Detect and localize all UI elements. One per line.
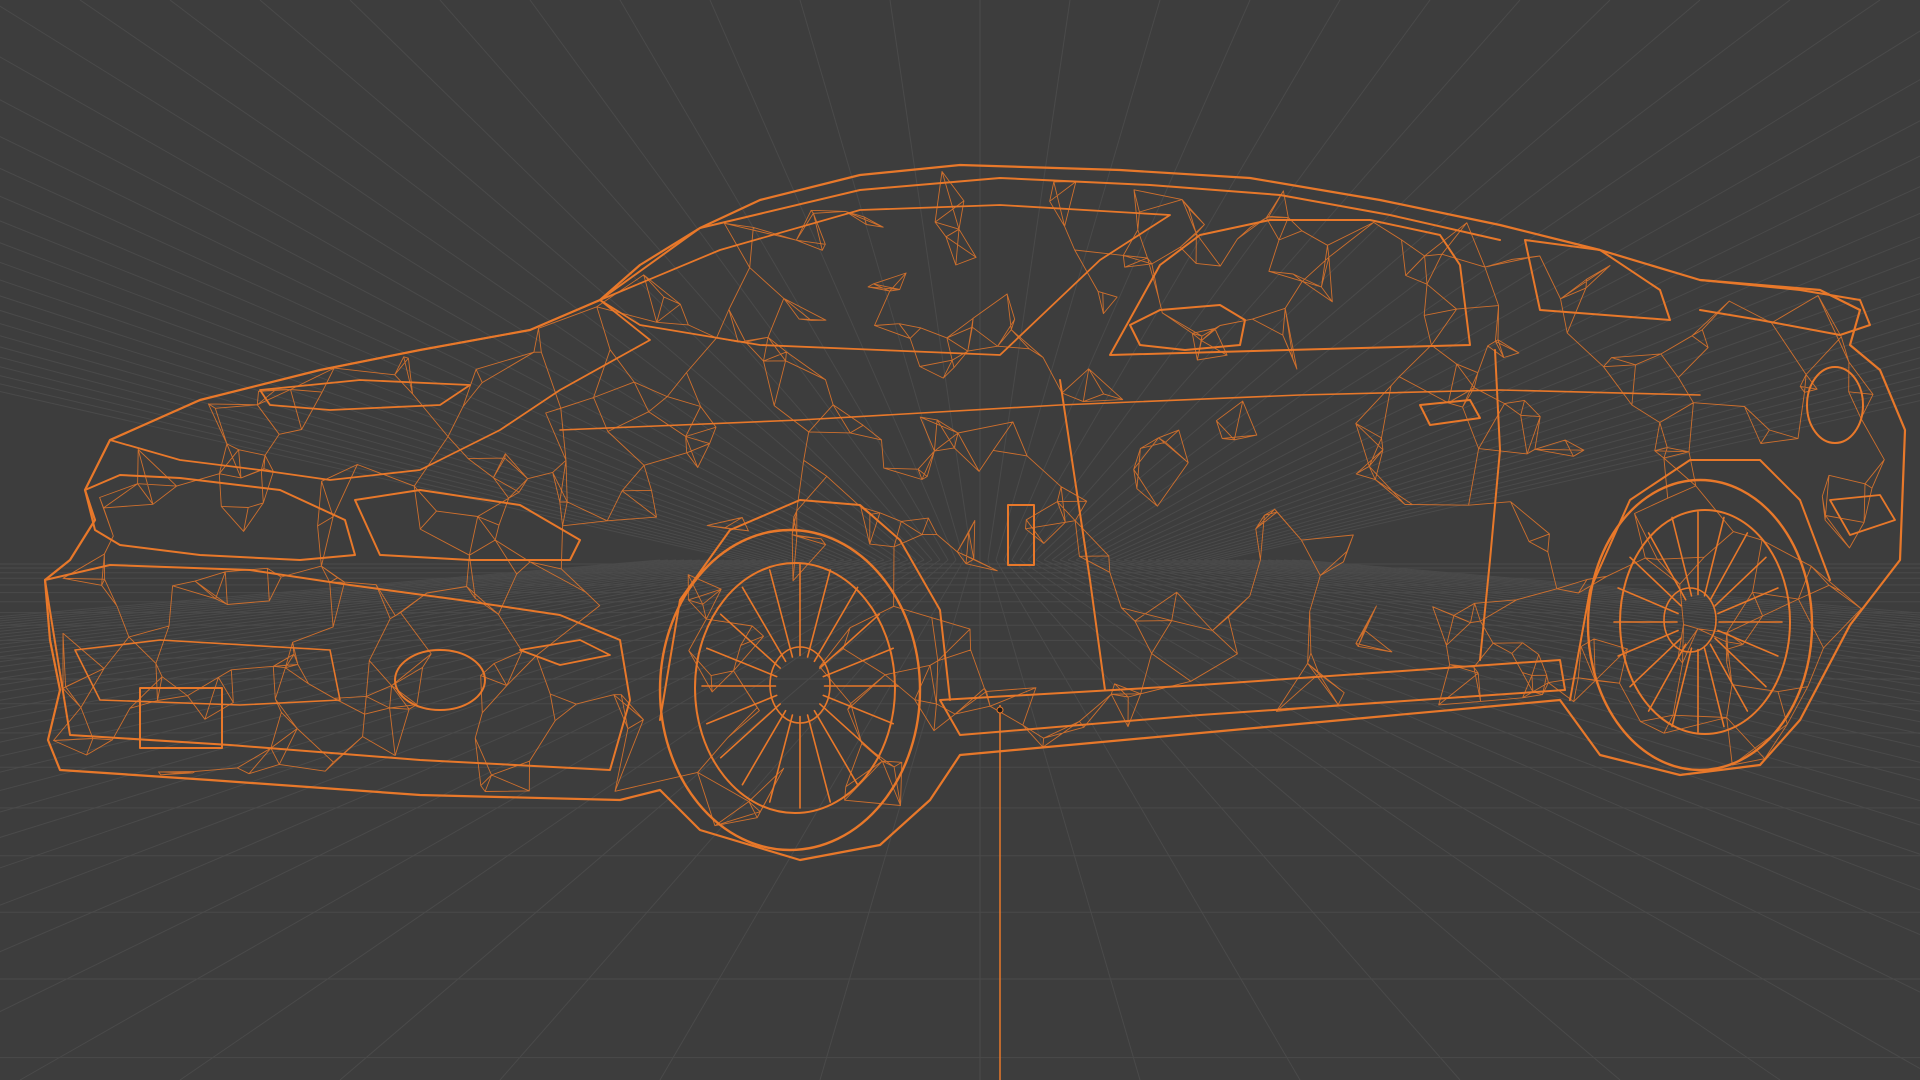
rear-quarter-window — [1524, 239, 1671, 321]
door-front-line — [1059, 379, 1106, 691]
rear-wheel-arch — [1569, 459, 1831, 701]
object-origin-point — [996, 706, 1004, 714]
fender-vent — [1007, 504, 1035, 566]
car-wireframe-mesh[interactable] — [43, 163, 1907, 862]
tail-light — [1829, 494, 1896, 536]
floor-grid — [0, 0, 1920, 1080]
3d-viewport[interactable] — [0, 0, 1920, 1080]
car-body-outline — [43, 163, 1907, 862]
lower-intake — [74, 639, 341, 706]
hood-scoop — [259, 379, 471, 411]
rear-spoiler — [1699, 279, 1871, 336]
viewport-canvas[interactable] — [0, 0, 1920, 1080]
mesh-triangles — [53, 171, 1885, 827]
